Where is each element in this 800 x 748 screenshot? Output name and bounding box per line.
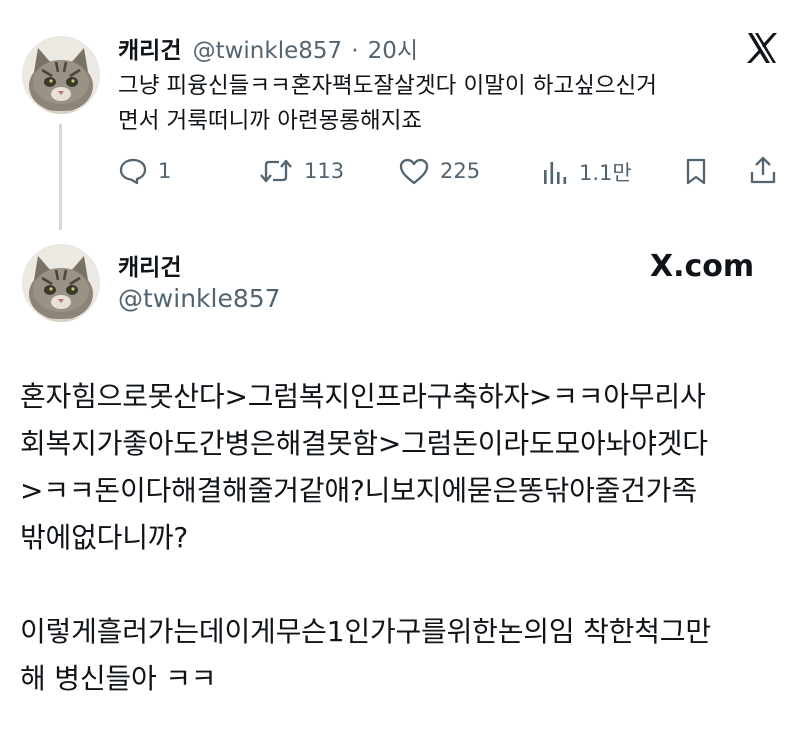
cat-avatar-image (22, 36, 100, 114)
x-com-label: X.com (650, 249, 755, 284)
reply-count: 1 (158, 159, 172, 183)
author-display-name[interactable]: 캐리건 (118, 248, 181, 282)
author-handle[interactable]: @twinkle857 (193, 38, 343, 64)
author-display-name[interactable]: 캐리건 (118, 38, 181, 64)
top-tweet-line-1: 그냥 피융신들ㅋㅋ혼자펵도잘살겟다 이말이 하고싶으신거 (118, 73, 657, 99)
paragraph-1-line: 밖에없다니까? (20, 521, 189, 554)
share-button[interactable] (748, 155, 778, 185)
author-handle[interactable]: @twinkle857 (118, 284, 281, 313)
like-count: 225 (440, 159, 481, 183)
retweet-icon (260, 159, 292, 183)
share-icon (750, 156, 776, 184)
heart-icon (399, 158, 429, 185)
retweet-button[interactable]: 113 (258, 157, 344, 185)
bookmark-button[interactable] (683, 157, 709, 185)
reply-button[interactable]: 1 (118, 157, 171, 185)
paragraph-1-line: 회복지가좋아도간병은해결못함>그럼돈이라도모아놔야겟다 (20, 427, 708, 460)
paragraph-1-line: >ㅋㅋ돈이다해결해줄거같애?니보지에묻은똥닦아줄건가족 (20, 474, 697, 507)
paragraph-1-line: 혼자힘으로못산다>그럼복지인프라구축하자>ㅋㅋ아무리사 (20, 380, 706, 413)
paragraph-2: 이렇게흘러가는데이게무슨1인가구를위한논의임 착한척그만 해 병신들아 ㅋㅋ (20, 608, 790, 702)
avatar[interactable] (22, 244, 100, 322)
main-tweet-text: 혼자힘으로못산다>그럼복지인프라구축하자>ㅋㅋ아무리사 회복지가좋아도간병은해결… (20, 373, 790, 702)
thread-connector-line (59, 124, 62, 230)
separator-dot: · (351, 38, 359, 64)
x-logo-icon[interactable] (744, 30, 780, 66)
views-button[interactable]: 1.1만 (541, 157, 632, 187)
views-icon (544, 162, 567, 184)
top-tweet-line-2: 면서 거룩떠니까 아련몽롱해지죠 (118, 108, 423, 134)
views-count: 1.1만 (579, 161, 632, 185)
top-tweet-header: 캐리건 @twinkle857 · 20시 (118, 31, 418, 65)
bookmark-icon (686, 158, 706, 185)
x-com-brand[interactable]: X.com (650, 249, 754, 284)
paragraph-1: 혼자힘으로못산다>그럼복지인프라구축하자>ㅋㅋ아무리사 회복지가좋아도간병은해결… (20, 373, 790, 561)
paragraph-2-line: 해 병신들아 ㅋㅋ (20, 662, 217, 695)
retweet-count: 113 (304, 159, 345, 183)
like-button[interactable]: 225 (398, 157, 480, 185)
tweet-timestamp[interactable]: 20시 (368, 38, 418, 64)
tweet-action-bar: 1 113 225 1.1만 (118, 155, 780, 187)
top-tweet-text: 그냥 피융신들ㅋㅋ혼자펵도잘살겟다 이말이 하고싶으신거 면서 거룩떠니까 아련… (118, 69, 788, 139)
avatar[interactable] (22, 36, 100, 114)
paragraph-2-line: 이렇게흘러가는데이게무슨1인가구를위한논의임 착한척그만 (20, 615, 711, 648)
reply-icon (119, 158, 147, 185)
cat-avatar-image (22, 244, 100, 322)
